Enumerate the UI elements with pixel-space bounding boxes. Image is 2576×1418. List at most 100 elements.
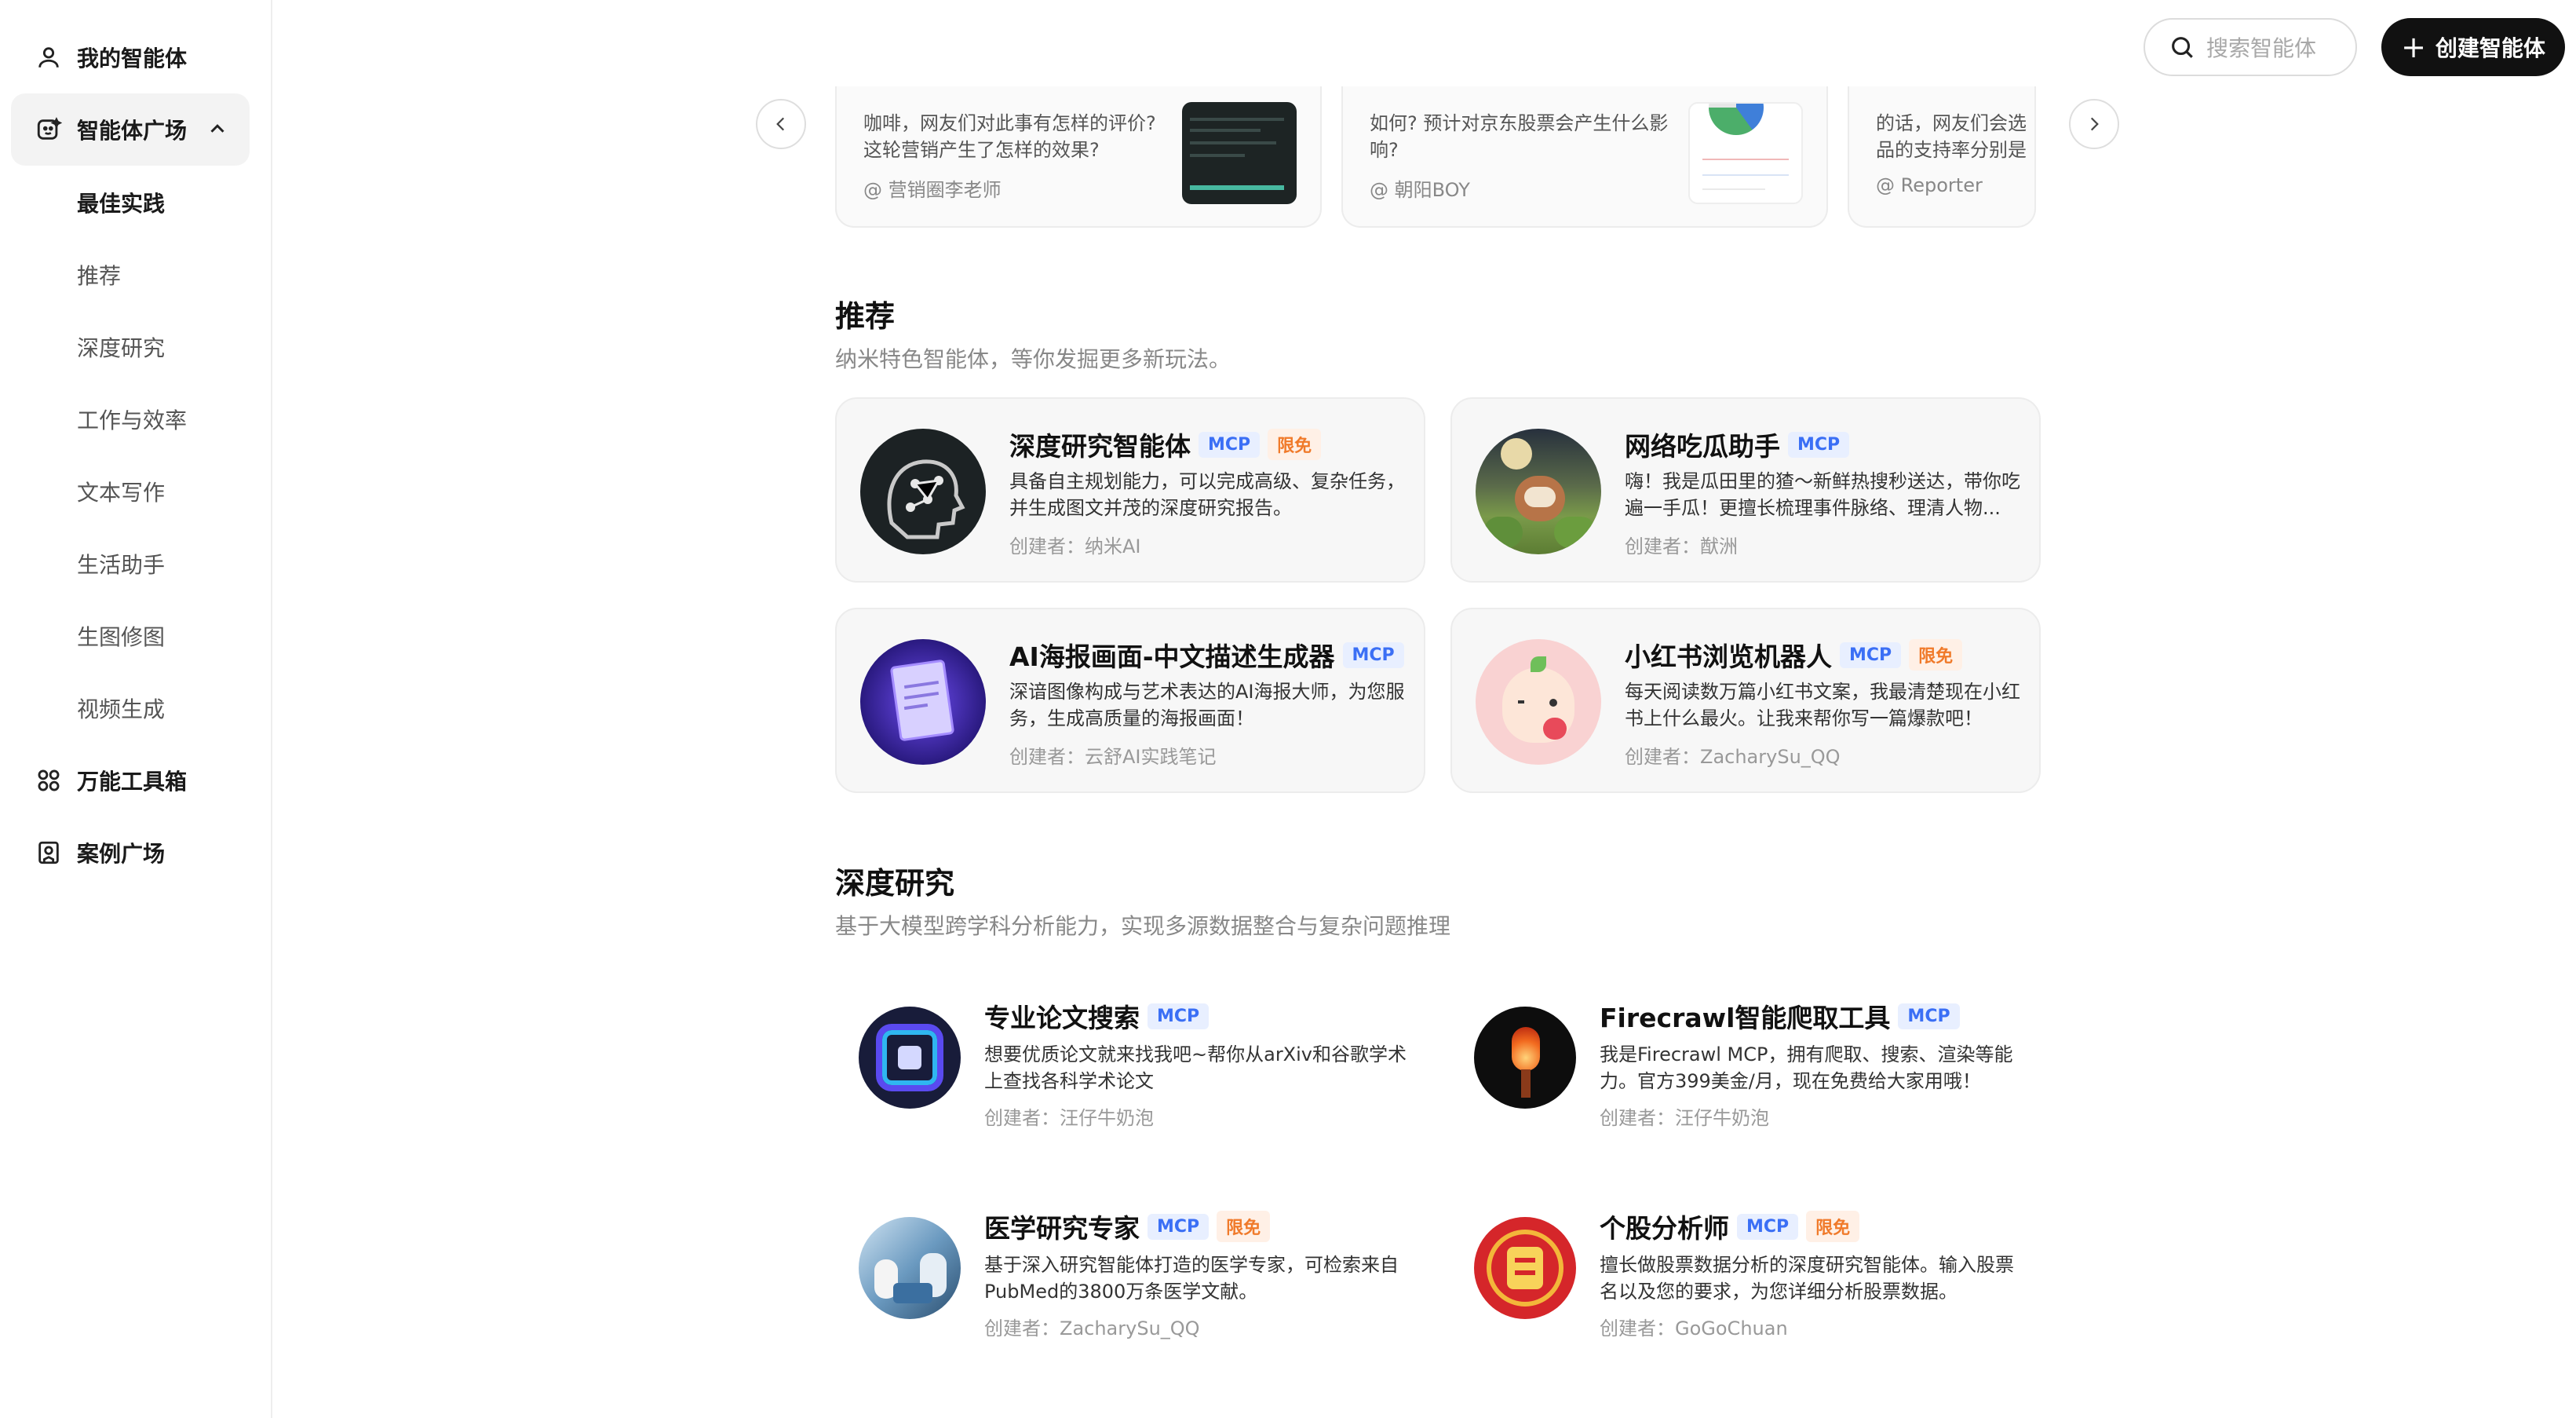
card-description: 想要优质论文就来找我吧~帮你从arXiv和谷歌学术上查找各科学术论文 [984, 1043, 1407, 1092]
carousel-card-author: @ 朝阳BOY [1370, 179, 1470, 201]
sub-item-label: 视频生成 [77, 696, 166, 722]
sub-item-video-gen[interactable]: 视频生成 [11, 677, 250, 740]
create-agent-label: 创建智能体 [2435, 35, 2545, 61]
create-agent-button[interactable]: + 创建智能体 [2381, 18, 2565, 76]
sub-item-label: 工作与效率 [77, 407, 188, 433]
text-line: 咖啡，网友们对此事有怎样的评价? [863, 112, 1156, 134]
card-title: 网络吃瓜助手 [1625, 431, 1780, 462]
card-author: 创建者：GoGoChuan [1600, 1317, 1788, 1339]
carousel-next-button[interactable] [2069, 99, 2119, 149]
card-author: 创建者：纳米AI [1009, 535, 1141, 557]
nav-agent-square[interactable]: 智能体广场 [11, 93, 250, 166]
sub-item-best-practice[interactable]: 最佳实践 [11, 171, 250, 234]
card-title-row: Firecrawl智能爬取工具 MCP [1600, 997, 1968, 1035]
mcp-badge: MCP [1148, 1003, 1210, 1029]
search-placeholder: 搜索智能体 [2206, 35, 2317, 61]
free-badge: 限免 [1268, 429, 1322, 460]
card-description: 嗨！我是瓜田里的猹～新鲜热搜秒送达，带你吃遍一手瓜！更擅长梳理事件脉络、理清人物… [1625, 470, 2020, 519]
mcp-badge: MCP [1199, 431, 1261, 458]
mcp-badge: MCP [1788, 431, 1850, 458]
paper-search-avatar [859, 1007, 961, 1109]
nav-toolbox-label: 万能工具箱 [77, 769, 188, 795]
sub-item-deep-research[interactable]: 深度研究 [11, 316, 250, 378]
text-line: 品的支持率分别是 [1876, 139, 2027, 161]
text-line: 响? [1370, 139, 1399, 161]
card-title: 深度研究智能体 [1009, 431, 1191, 462]
card-title-row: 深度研究智能体 MCP 限免 [1009, 426, 1329, 463]
case-icon [35, 839, 63, 867]
screenshot-thumbnail [1182, 102, 1297, 204]
carousel-card-author: @ 营销圈李老师 [863, 179, 1002, 201]
sidebar: 我的智能体 智能体广场 最佳实践 推荐 深度研究 工作与效率 文本写作 生活助手… [0, 0, 272, 1418]
agent-card-ai-poster[interactable]: AI海报画面-中文描述生成器 MCP 深谙图像构成与艺术表达的AI海报大师，为您… [835, 608, 1425, 793]
carousel-card-3[interactable]: 的话，网友们会选 品的支持率分别是 @ Reporter [1848, 86, 2036, 228]
agent-card-firecrawl[interactable]: Firecrawl智能爬取工具 MCP 我是Firecrawl MCP，拥有爬取… [1450, 967, 2041, 1153]
text-line: 如何? 预计对京东股票会产生什么影 [1370, 112, 1669, 134]
agent-card-xiaohongshu[interactable]: 小红书浏览机器人 MCP 限免 每天阅读数万篇小红书文案，我最清楚现在小红书上什… [1450, 608, 2041, 793]
card-description: 深谙图像构成与艺术表达的AI海报大师，为您服务，生成高质量的海报画面！ [1009, 681, 1405, 729]
carousel-card-2[interactable]: 如何? 预计对京东股票会产生什么影 响? @ 朝阳BOY [1341, 86, 1828, 228]
sub-item-image-editing[interactable]: 生图修图 [11, 605, 250, 667]
card-description: 具备自主规划能力，可以完成高级、复杂任务，并生成图文并茂的深度研究报告。 [1009, 470, 1405, 519]
carousel-card-1[interactable]: 咖啡，网友们对此事有怎样的评价? 这轮营销产生了怎样的效果? @ 营销圈李老师 [835, 86, 1322, 228]
card-title-row: 个股分析师 MCP 限免 [1600, 1208, 1867, 1245]
carousel-card-text: 咖啡，网友们对此事有怎样的评价? 这轮营销产生了怎样的效果? [863, 110, 1169, 163]
card-author: 创建者：猷洲 [1625, 535, 1738, 557]
chart-thumbnail [1688, 102, 1803, 204]
agent-square-icon [35, 115, 63, 144]
card-title: Firecrawl智能爬取工具 [1600, 1003, 1891, 1033]
recommend-subtitle: 纳米特色智能体，等你发掘更多新玩法。 [835, 346, 1231, 372]
nav-toolbox[interactable]: 万能工具箱 [11, 744, 250, 817]
nav-case-square[interactable]: 案例广场 [11, 817, 250, 889]
chevron-left-icon [776, 117, 785, 131]
search-input[interactable]: 搜索智能体 [2144, 18, 2357, 76]
mcp-badge: MCP [1840, 641, 1902, 668]
brain-network-icon [887, 459, 965, 539]
nav-agent-square-label: 智能体广场 [77, 118, 188, 144]
card-title-row: 医学研究专家 MCP 限免 [984, 1208, 1278, 1245]
carousel-prev-button[interactable] [756, 99, 806, 149]
mcp-badge: MCP [1148, 1213, 1210, 1240]
brain-avatar [860, 429, 986, 554]
sub-item-label: 深度研究 [77, 335, 166, 361]
text-line: 的话，网友们会选 [1876, 112, 2027, 134]
firecrawl-avatar [1474, 1007, 1576, 1109]
sub-item-life-helper[interactable]: 生活助手 [11, 532, 250, 595]
card-title: 医学研究专家 [984, 1213, 1140, 1244]
card-title-row: AI海报画面-中文描述生成器 MCP [1009, 636, 1412, 674]
text-line: 这轮营销产生了怎样的效果? [863, 139, 1100, 161]
carousel-card-author: @ Reporter [1876, 174, 1983, 196]
mcp-badge: MCP [1898, 1003, 1960, 1029]
chevron-right-icon [2090, 117, 2099, 131]
card-description: 我是Firecrawl MCP，拥有爬取、搜索、渲染等能力。官方399美金/月，… [1600, 1043, 2013, 1092]
card-author: 创建者：汪仔牛奶泡 [984, 1107, 1154, 1129]
agent-card-paper-search[interactable]: 专业论文搜索 MCP 想要优质论文就来找我吧~帮你从arXiv和谷歌学术上查找各… [835, 967, 1425, 1153]
agent-card-stock-analyst[interactable]: 个股分析师 MCP 限免 擅长做股票数据分析的深度研究智能体。输入股票名以及您的… [1450, 1178, 2041, 1363]
chevron-up-icon[interactable] [206, 117, 229, 141]
card-title-row: 网络吃瓜助手 MCP [1625, 426, 1857, 463]
sub-item-writing[interactable]: 文本写作 [11, 460, 250, 523]
badger-avatar [1476, 429, 1601, 554]
poster-avatar [860, 639, 986, 765]
card-title: 专业论文搜索 [984, 1003, 1140, 1033]
mcp-badge: MCP [1737, 1213, 1799, 1240]
nav-my-agents[interactable]: 我的智能体 [11, 21, 250, 93]
sub-item-label: 生图修图 [77, 624, 166, 650]
mcp-badge: MCP [1342, 641, 1404, 668]
agent-card-medical-expert[interactable]: 医学研究专家 MCP 限免 基于深入研究智能体打造的医学专家，可检索来自PubM… [835, 1178, 1425, 1363]
agent-card-deep-research[interactable]: 深度研究智能体 MCP 限免 具备自主规划能力，可以完成高级、复杂任务，并生成图… [835, 397, 1425, 583]
sub-item-label: 文本写作 [77, 480, 166, 506]
medical-avatar [859, 1217, 961, 1319]
sub-item-label: 推荐 [77, 263, 122, 289]
card-author: 创建者：ZacharySu_QQ [984, 1317, 1200, 1339]
search-icon [2172, 37, 2193, 58]
card-author: 创建者：汪仔牛奶泡 [1600, 1107, 1769, 1129]
free-badge: 限免 [1806, 1211, 1860, 1242]
agent-card-gossip-helper[interactable]: 网络吃瓜助手 MCP 嗨！我是瓜田里的猹～新鲜热搜秒送达，带你吃遍一手瓜！更擅长… [1450, 397, 2041, 583]
card-description: 每天阅读数万篇小红书文案，我最清楚现在小红书上什么最火。让我来帮你写一篇爆款吧！ [1625, 681, 2020, 729]
deep-research-title: 深度研究 [835, 866, 955, 901]
free-badge: 限免 [1909, 639, 1963, 671]
sub-item-work-efficiency[interactable]: 工作与效率 [11, 388, 250, 451]
card-title-row: 小红书浏览机器人 MCP 限免 [1625, 636, 1970, 674]
sub-item-recommend[interactable]: 推荐 [11, 243, 250, 306]
